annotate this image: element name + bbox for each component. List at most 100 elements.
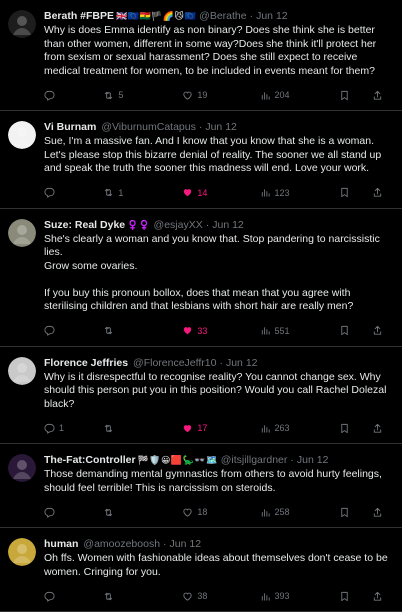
- retweet-button[interactable]: 1: [103, 187, 182, 198]
- views-icon: [260, 187, 271, 198]
- share-icon: [372, 187, 383, 198]
- retweet-icon: [103, 187, 114, 198]
- views-button[interactable]: 551: [260, 325, 339, 336]
- tweet[interactable]: The-Fat:Controller 🏁🛡️😀🟥🦕👓🗺️ @itsjillgardn…: [0, 444, 402, 528]
- retweet-icon: [103, 325, 114, 336]
- like-count: 18: [197, 507, 208, 517]
- tweet[interactable]: Suze: Real Dyke ♀️♀️ @esjayXX · Jun 12 She's …: [0, 209, 402, 347]
- tweet-text: Sue, I'm a massive fan. And I know that …: [44, 135, 382, 174]
- tweet-date[interactable]: Jun 12: [205, 121, 237, 133]
- bookmark-button[interactable]: [339, 507, 373, 518]
- retweet-button[interactable]: [103, 507, 182, 518]
- views-icon: [260, 325, 271, 336]
- share-button[interactable]: [372, 507, 392, 518]
- heart-icon: [182, 423, 193, 434]
- tweet-header: human @amoozeboosh · Jun 12: [44, 538, 392, 551]
- tweet-header: Suze: Real Dyke ♀️♀️ @esjayXX · Jun 12: [44, 219, 392, 232]
- bookmark-button[interactable]: [339, 187, 373, 198]
- bookmark-icon: [339, 90, 350, 101]
- views-button[interactable]: 263: [260, 423, 339, 434]
- retweet-icon: [103, 423, 114, 434]
- bookmark-button[interactable]: [339, 90, 373, 101]
- author-handle[interactable]: @esjayXX: [154, 219, 203, 231]
- retweet-button[interactable]: 5: [103, 90, 182, 101]
- author-handle[interactable]: @Berathe: [199, 10, 246, 22]
- like-button[interactable]: 17: [182, 423, 259, 434]
- share-icon: [372, 325, 383, 336]
- action-bar: 1 14 123: [44, 182, 392, 204]
- action-bar: 38 393: [44, 585, 392, 607]
- bookmark-icon: [339, 507, 350, 518]
- tweet-text: Why is it disrespectful to recognise rea…: [44, 370, 387, 410]
- avatar[interactable]: [8, 538, 36, 566]
- meta-separator: ·: [205, 218, 210, 231]
- heart-icon: [182, 325, 193, 336]
- share-icon: [372, 423, 383, 434]
- avatar[interactable]: [8, 356, 36, 385]
- author-name[interactable]: human: [44, 538, 78, 550]
- share-button[interactable]: [372, 187, 392, 198]
- like-button[interactable]: 18: [182, 507, 259, 518]
- share-icon: [372, 507, 383, 518]
- heart-icon: [182, 90, 193, 101]
- author-name[interactable]: Berath #FBPE: [44, 10, 114, 22]
- author-handle[interactable]: @amoozeboosh: [83, 538, 160, 550]
- avatar[interactable]: [8, 218, 36, 247]
- reply-icon: [44, 507, 55, 518]
- tweet-date[interactable]: Jun 12: [170, 538, 202, 550]
- views-icon: [260, 90, 271, 101]
- author-handle[interactable]: @itsjillgardner: [221, 454, 288, 466]
- tweet-date[interactable]: Jun 12: [256, 10, 288, 22]
- action-bar: 18 258: [44, 501, 392, 523]
- views-button[interactable]: 258: [260, 507, 339, 518]
- tweet-header: Vi Burnam @ViburnumCatapus · Jun 12: [44, 121, 392, 134]
- tweet[interactable]: Berath #FBPE 🇬🇧🇪🇺🇬🇭🏴🌈😼🇪🇺 @Berathe · Jun 12 Wh…: [0, 0, 402, 111]
- retweet-button[interactable]: [103, 423, 182, 434]
- meta-separator: ·: [198, 121, 203, 133]
- like-count: 33: [197, 325, 208, 336]
- author-name[interactable]: Florence Jeffries: [44, 357, 128, 369]
- tweet[interactable]: human @amoozeboosh · Jun 12 Oh ffs. Women wi…: [0, 528, 402, 612]
- heart-icon: [182, 187, 193, 198]
- bookmark-button[interactable]: [339, 423, 373, 434]
- like-count: 17: [197, 423, 208, 433]
- like-button[interactable]: 14: [182, 187, 259, 198]
- author-name[interactable]: Vi Burnam: [44, 121, 96, 133]
- share-button[interactable]: [372, 90, 392, 101]
- author-name[interactable]: The-Fat:Controller: [44, 454, 136, 466]
- avatar[interactable]: [8, 121, 36, 149]
- author-handle[interactable]: @FlorenceJeffr10: [133, 357, 216, 369]
- like-button[interactable]: 19: [182, 90, 259, 101]
- author-handle[interactable]: @ViburnumCatapus: [101, 121, 196, 133]
- like-count: 19: [197, 90, 208, 100]
- reply-button[interactable]: [44, 187, 103, 198]
- tweet-date[interactable]: Jun 12: [212, 219, 244, 231]
- author-name[interactable]: Suze: Real Dyke: [44, 219, 125, 231]
- like-button[interactable]: 33: [182, 325, 259, 336]
- views-count: 258: [274, 507, 290, 517]
- bookmark-button[interactable]: [339, 325, 373, 336]
- retweet-count: 5: [118, 90, 124, 100]
- reply-button[interactable]: [44, 507, 103, 518]
- tweet-text: Those demanding mental gymnastics from o…: [44, 468, 382, 494]
- reply-button[interactable]: 1: [44, 423, 103, 434]
- reply-button[interactable]: [44, 325, 103, 336]
- tweet[interactable]: Florence Jeffries @FlorenceJeffr10 · Jun 12…: [0, 347, 402, 444]
- bookmark-icon: [339, 187, 350, 198]
- share-icon: [372, 90, 383, 101]
- views-icon: [260, 507, 271, 518]
- tweet-date[interactable]: Jun 12: [226, 357, 258, 369]
- avatar[interactable]: [8, 454, 36, 482]
- retweet-button[interactable]: [103, 325, 182, 336]
- views-button[interactable]: 123: [260, 187, 339, 198]
- tweet[interactable]: Vi Burnam @ViburnumCatapus · Jun 12 Sue, I'm…: [0, 111, 402, 209]
- reply-button[interactable]: [44, 90, 103, 101]
- avatar[interactable]: [8, 10, 36, 38]
- tweet-date[interactable]: Jun 12: [297, 454, 329, 466]
- views-button[interactable]: 204: [260, 90, 339, 101]
- name-emojis: ♀️♀️: [127, 219, 151, 230]
- name-emojis: 🏁🛡️😀🟥🦕👓🗺️: [137, 455, 218, 465]
- share-button[interactable]: [372, 325, 392, 336]
- share-button[interactable]: [372, 423, 392, 434]
- action-bar: 33 551: [44, 320, 392, 342]
